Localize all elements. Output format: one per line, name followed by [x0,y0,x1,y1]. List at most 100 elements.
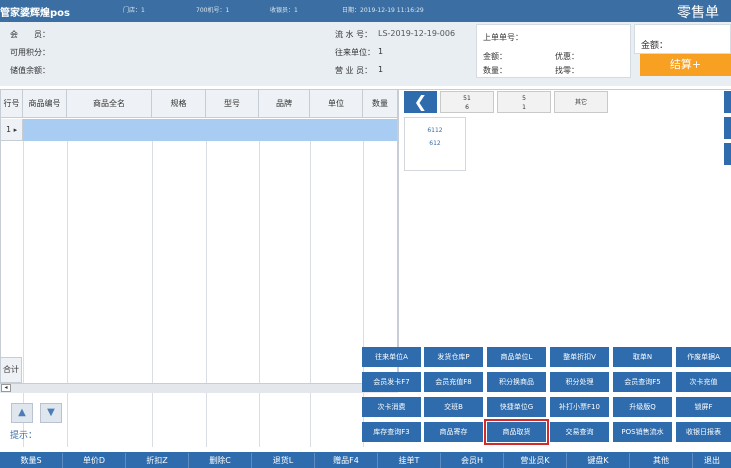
unit-button[interactable]: 往来单位A [362,347,421,367]
serial-label: 流 水 号： [335,30,373,39]
category-tab-line: 51 [463,95,471,102]
card-recharge-button[interactable]: 次卡充值 [676,372,731,392]
hold-order-button[interactable]: 挂单T [378,453,441,468]
total-amount-label: 金额： [641,41,669,51]
store-info: 门店：1 [123,7,145,14]
pos-window: 管家婆辉煌pos 门店：1 700机号：1 收银员：1 日期：2019-12-1… [0,0,731,468]
prev-change-label: 找零： [555,66,579,75]
col-spec[interactable]: 规格 [152,90,206,118]
price-button[interactable]: 单价D [63,453,126,468]
quick-unit-button[interactable]: 快捷单位G [487,397,546,417]
balance-label: 储值余额： [10,66,50,75]
transaction-query-button[interactable]: 交易查询 [550,422,609,442]
row-number: 1 ▸ [1,119,23,141]
salesperson-value: 1 [378,65,384,74]
return-button[interactable]: 退货L [252,453,315,468]
info-panel: 会 员： 可用积分： 储值余额： 流 水 号： LS-2019-12-19-00… [0,22,731,86]
gift-button[interactable]: 赠品F4 [315,453,378,468]
col-row-no[interactable]: 行号 [1,90,23,118]
grid-divider [310,141,311,447]
total-amount-box: 金额： [634,24,731,54]
upgrade-button[interactable]: 升级版Q [613,397,672,417]
delete-button[interactable]: 删除C [189,453,252,468]
category-tab-line: 其它 [574,99,587,106]
product-name: 612 [429,140,441,147]
grid-divider [259,141,260,447]
row-number-text: 1 [6,125,12,134]
stock-query-button[interactable]: 库存查询F3 [362,422,421,442]
points-exchange-button[interactable]: 积分换商品 [487,372,546,392]
member-button[interactable]: 会员H [441,453,504,468]
category-tab-line: 5 [522,95,526,102]
unit-value: 1 [378,47,384,56]
keyboard-button[interactable]: 键盘K [567,453,630,468]
prev-amount-label: 金额： [483,52,507,61]
table-row[interactable] [23,119,397,141]
date-info: 日期：2019-12-19 11:16:29 [342,7,424,14]
salesperson-button[interactable]: 营业员K [504,453,567,468]
category-tab[interactable]: 其它 [554,91,608,113]
scroll-left-icon[interactable]: ◂ [1,384,11,392]
points-label: 可用积分： [10,48,50,57]
exit-button[interactable]: 退出 [693,453,731,468]
row-pointer-icon: ▸ [13,126,18,134]
prev-quantity-label: 数量： [483,66,507,75]
grid-divider [67,141,68,447]
prev-bill-label: 上单单号： [483,33,523,42]
title-bar: 管家婆辉煌pos 门店：1 700机号：1 收银员：1 日期：2019-12-1… [0,0,731,22]
side-tab[interactable] [724,117,731,139]
discount-button[interactable]: 折扣Z [126,453,189,468]
col-unit[interactable]: 单位 [310,90,363,118]
col-model[interactable]: 型号 [206,90,259,118]
pos-sales-flow-button[interactable]: POS销售流水 [613,422,672,442]
product-code: 6112 [427,127,443,134]
document-type: 零售单 [677,5,719,21]
previous-bill-box: 上单单号： 金额： 优惠： 数量： 找零： [476,24,631,78]
product-unit-button[interactable]: 商品单位L [487,347,546,367]
col-brand[interactable]: 品牌 [259,90,310,118]
grid-divider [23,141,24,447]
panel-divider [398,89,399,389]
category-tab[interactable]: 51 6 [440,91,494,113]
card-consume-button[interactable]: 次卡消费 [362,397,421,417]
settle-button[interactable]: 结算+ [640,54,731,76]
shift-change-button[interactable]: 交班B [424,397,483,417]
grid-divider [206,141,207,447]
col-item-code[interactable]: 商品编号 [23,90,67,118]
move-down-button[interactable]: ▼ [40,403,62,423]
side-tab[interactable] [724,91,731,113]
item-storage-button[interactable]: 商品寄存 [424,422,483,442]
horizontal-scrollbar[interactable] [0,383,398,393]
category-tab-line: 6 [465,104,469,111]
order-discount-button[interactable]: 整单折扣V [550,347,609,367]
hint-label: 提示： [10,431,38,441]
daily-report-button[interactable]: 收银日报表 [676,422,731,442]
member-recharge-button[interactable]: 会员充值F8 [424,372,483,392]
col-item-name[interactable]: 商品全名 [67,90,152,118]
category-tab-line: 1 [522,104,526,111]
warehouse-button[interactable]: 发货仓库P [424,347,483,367]
move-up-button[interactable]: ▲ [11,403,33,423]
lock-screen-button[interactable]: 锁屏F [676,397,731,417]
quantity-button[interactable]: 数量S [0,453,63,468]
void-order-button[interactable]: 作废单据A [676,347,731,367]
category-tab[interactable]: 5 1 [497,91,551,113]
member-label: 会 员： [10,30,50,39]
item-pickup-button[interactable]: 商品取货 [484,419,549,445]
retrieve-order-button[interactable]: 取单N [613,347,672,367]
grid-divider [152,141,153,447]
sum-label: 合计 [0,357,22,383]
reprint-receipt-button[interactable]: 补打小票F10 [550,397,609,417]
side-tab[interactable] [724,143,731,165]
product-tile[interactable]: 6112 612 [404,117,466,171]
prev-discount-label: 优惠： [555,52,579,61]
member-query-button[interactable]: 会员查询F5 [613,372,672,392]
col-quantity[interactable]: 数量 [363,90,397,118]
serial-value: LS-2019-12-19-006 [378,29,456,38]
back-arrow-icon[interactable]: ❮ [404,91,437,113]
points-process-button[interactable]: 积分处理 [550,372,609,392]
app-name: 管家婆辉煌pos [0,8,70,19]
grid-header: 行号 商品编号 商品全名 规格 型号 品牌 单位 数量 [1,90,397,118]
member-card-button[interactable]: 会员发卡F7 [362,372,421,392]
other-button[interactable]: 其他 [630,453,693,468]
